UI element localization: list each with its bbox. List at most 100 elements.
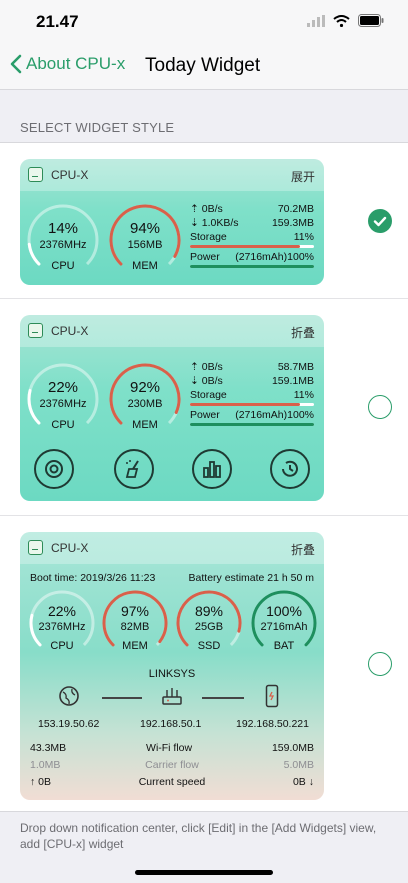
wifi-up-icon: ⇡ xyxy=(190,361,199,373)
cpu-gauge: 14% 2376MHz CPU xyxy=(26,203,100,277)
carrier-flow-row: 1.0MB Carrier flow 5.0MB xyxy=(30,759,314,771)
cpu-x-logo-icon xyxy=(28,323,43,338)
stats-panel: ⇡ 0B/s 70.2MB ⇣ 1.0KB/s 159.3MB Storage … xyxy=(190,202,314,270)
storage-percent: 11% xyxy=(293,389,314,401)
speed-label: Current speed xyxy=(138,776,206,788)
ssd-label: SSD xyxy=(197,640,221,652)
status-icons xyxy=(307,14,384,32)
wifi-down-icon: ⇣ xyxy=(190,217,199,229)
battery-percent: 100% xyxy=(266,603,302,619)
download-total: 159.3MB xyxy=(271,217,314,229)
radio-unselected-icon[interactable] xyxy=(368,395,392,419)
download-rate: 0B/s xyxy=(201,375,223,387)
stats-panel: ⇡ 0B/s 58.7MB ⇣ 0B/s 159.1MB Storage 11%… xyxy=(190,360,314,428)
cpu-x-logo-icon xyxy=(28,540,43,555)
wifi-flow-label: Wi-Fi flow xyxy=(146,742,193,754)
upload-total: 70.2MB xyxy=(277,203,314,215)
mem-label: MEM xyxy=(132,419,158,431)
widget-style-option-1[interactable]: CPU-X 展开 14% 2376MHz CPU 94% 156MB MEM ⇡… xyxy=(0,142,408,299)
wifi-flow-row: 43.3MB Wi-Fi flow 159.0MB xyxy=(30,742,314,754)
device-ip: 192.168.50.221 xyxy=(236,718,309,730)
mem-label: MEM xyxy=(122,640,148,652)
wifi-icon xyxy=(333,14,350,32)
globe-icon xyxy=(58,685,80,712)
section-header: SELECT WIDGET STYLE xyxy=(20,120,175,135)
boot-time: Boot time: 2019/3/26 11:23 xyxy=(30,572,156,584)
power-bar xyxy=(190,265,314,268)
power-label: Power xyxy=(190,409,220,421)
storage-line: Storage 11% xyxy=(190,388,314,402)
ssd-percent: 89% xyxy=(194,603,224,619)
selected-checkmark-icon[interactable] xyxy=(368,209,392,233)
cpu-label: CPU xyxy=(51,260,75,272)
mem-percent: 97% xyxy=(120,603,150,619)
carrier-flow-left: 1.0MB xyxy=(30,759,61,771)
benchmark-icon[interactable] xyxy=(192,449,232,489)
widget-style-option-3[interactable]: CPU-X 折叠 Boot time: 2019/3/26 11:23 Batt… xyxy=(0,516,408,812)
cpu-frequency: 2376MHz xyxy=(39,398,87,410)
ssd-gauge: 89% 25GB SSD xyxy=(175,589,243,657)
upload-total: 58.7MB xyxy=(277,361,314,373)
power-bar xyxy=(190,423,314,426)
battery-icon xyxy=(358,14,384,32)
mem-amount: 156MB xyxy=(127,239,163,251)
link-line xyxy=(102,697,142,699)
upload-line: ⇡ 0B/s 58.7MB xyxy=(190,360,314,374)
clean-icon[interactable] xyxy=(114,449,154,489)
mem-gauge: 94% 156MB MEM xyxy=(108,203,182,277)
link-line xyxy=(202,697,244,699)
widget-style-option-2[interactable]: CPU-X 折叠 22% 2376MHz CPU 92% 230MB MEM ⇡… xyxy=(0,299,408,516)
wifi-up-icon: ⇡ xyxy=(190,203,199,215)
cpu-label: CPU xyxy=(51,419,75,431)
cpu-percent: 22% xyxy=(47,379,79,396)
speed-up: 0B xyxy=(38,776,52,788)
signal-icon xyxy=(307,14,325,32)
mem-gauge: 97% 82MB MEM xyxy=(101,589,169,657)
battery-gauge: 100% 2716mAh BAT xyxy=(250,589,318,657)
power-detail: (2716mAh)100% xyxy=(235,251,314,263)
back-button[interactable]: About CPU-x xyxy=(10,54,125,74)
widget-action: 折叠 xyxy=(290,326,315,340)
home-indicator[interactable] xyxy=(135,870,273,875)
upload-rate: 0B/s xyxy=(201,361,223,373)
battery-estimate: Battery estimate 21 h 50 m xyxy=(188,572,314,584)
storage-percent: 11% xyxy=(293,231,314,243)
upload-line: ⇡ 0B/s 70.2MB xyxy=(190,202,314,216)
download-line: ⇣ 0B/s 159.1MB xyxy=(190,374,314,388)
storage-bar xyxy=(190,403,314,406)
cpu-frequency: 2376MHz xyxy=(39,239,87,251)
speed-icon[interactable] xyxy=(34,449,74,489)
wifi-flow-left: 43.3MB xyxy=(30,742,67,754)
arrow-up-icon: ↑ xyxy=(30,776,36,788)
current-speed-row: ↑ 0B Current speed 0B ↓ xyxy=(30,776,314,788)
widget-header: CPU-X 展开 xyxy=(20,159,324,191)
download-rate: 1.0KB/s xyxy=(201,217,239,229)
mem-gauge: 92% 230MB MEM xyxy=(108,362,182,436)
cpu-frequency: 2376MHz xyxy=(38,621,86,633)
status-bar: 21.47 xyxy=(0,0,408,44)
network-name: LINKSYS xyxy=(148,668,196,680)
history-icon[interactable] xyxy=(270,449,310,489)
cpu-label: CPU xyxy=(50,640,74,652)
storage-label: Storage xyxy=(190,389,227,401)
storage-line: Storage 11% xyxy=(190,230,314,244)
navigation-bar: About CPU-x Today Widget xyxy=(0,44,408,90)
radio-unselected-icon[interactable] xyxy=(368,652,392,676)
power-detail: (2716mAh)100% xyxy=(235,409,314,421)
mem-percent: 94% xyxy=(129,220,161,237)
widget-preview-expanded: CPU-X 折叠 22% 2376MHz CPU 92% 230MB MEM ⇡… xyxy=(20,315,324,501)
widget-header: CPU-X 折叠 xyxy=(20,315,324,347)
power-label: Power xyxy=(190,251,220,263)
chevron-left-icon xyxy=(10,54,22,74)
cpu-gauge: 22% 2376MHz CPU xyxy=(26,362,100,436)
mem-amount: 230MB xyxy=(127,398,163,410)
widget-name: CPU-X xyxy=(51,168,89,182)
footer-instructions: Drop down notification center, click [Ed… xyxy=(20,821,377,851)
cpu-gauge: 22% 2376MHz CPU xyxy=(28,589,96,657)
cpu-percent: 22% xyxy=(47,603,77,619)
widget-preview-full: CPU-X 折叠 Boot time: 2019/3/26 11:23 Batt… xyxy=(20,532,324,800)
cpu-percent: 14% xyxy=(47,220,79,237)
carrier-flow-right: 5.0MB xyxy=(283,759,314,771)
widget-preview-compact: CPU-X 展开 14% 2376MHz CPU 94% 156MB MEM ⇡… xyxy=(20,159,324,285)
widget-name: CPU-X xyxy=(51,324,89,338)
